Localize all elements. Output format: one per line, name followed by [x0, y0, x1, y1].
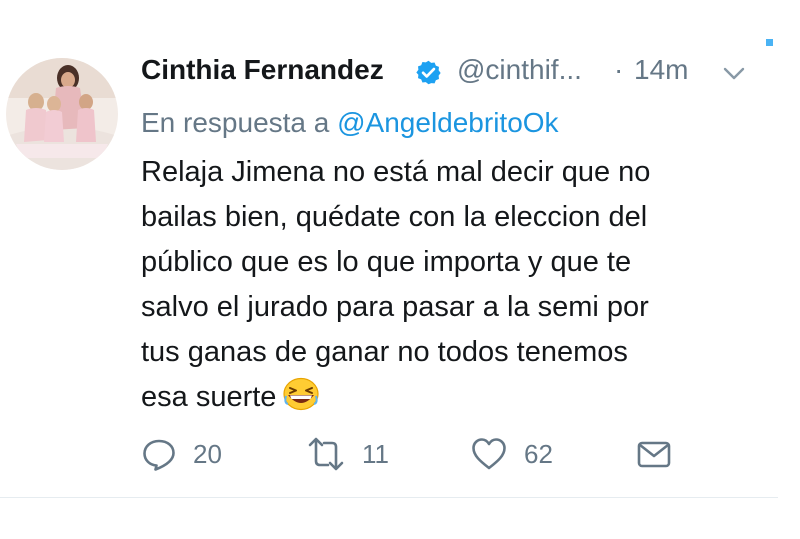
like-count: 62 [524, 438, 553, 469]
retweet-icon[interactable] [306, 436, 346, 472]
avatar[interactable] [6, 58, 118, 170]
tweet-text-line: Relaja Jimena no está mal decir que no [141, 156, 651, 188]
direct-message-icon[interactable] [636, 436, 672, 472]
corner-indicator [766, 39, 773, 46]
retweet-count: 11 [362, 438, 389, 469]
reply-count: 20 [193, 438, 222, 469]
tweet-card[interactable]: Cinthia Fernandez @cinthif... · 14m En r… [0, 0, 800, 539]
like-action[interactable]: 62 [470, 432, 553, 476]
like-icon[interactable] [470, 436, 508, 472]
author-name[interactable]: Cinthia Fernandez [141, 53, 384, 87]
tweet-text-line: esa suerte [141, 381, 277, 413]
tweet-text-line: salvo el jurado para pasar a la semi por [141, 291, 649, 323]
grinning-squinting-face-emoji [283, 377, 320, 411]
retweet-action[interactable]: 11 [306, 432, 389, 476]
tweet-timestamp[interactable]: 14m [634, 53, 688, 87]
chevron-down-icon[interactable] [722, 66, 746, 82]
reply-prefix: En respuesta a [141, 107, 330, 138]
author-handle[interactable]: @cinthif... [457, 53, 582, 87]
tweet-text-line: bailas bien, quédate con la eleccion del [141, 201, 648, 233]
tweet-text-line: público que es lo que importa y que te [141, 246, 632, 278]
direct-message-action[interactable] [636, 432, 672, 476]
reply-mention-link[interactable]: @AngeldebritoOk [337, 107, 558, 138]
tweet-text-line: tus ganas de ganar no todos tenemos [141, 336, 628, 368]
verified-badge-icon [416, 60, 441, 85]
reply-context: En respuesta a @AngeldebritoOk [141, 106, 559, 140]
tweet-text-last-line: esa suerte [141, 375, 741, 420]
divider [0, 497, 778, 498]
reply-action[interactable]: 20 [141, 432, 222, 476]
meta-separator: · [614, 54, 624, 85]
reply-icon[interactable] [141, 436, 177, 472]
tweet-text: Relaja Jimena no está mal decir que no b… [141, 150, 741, 420]
avatar-photo [6, 58, 118, 170]
